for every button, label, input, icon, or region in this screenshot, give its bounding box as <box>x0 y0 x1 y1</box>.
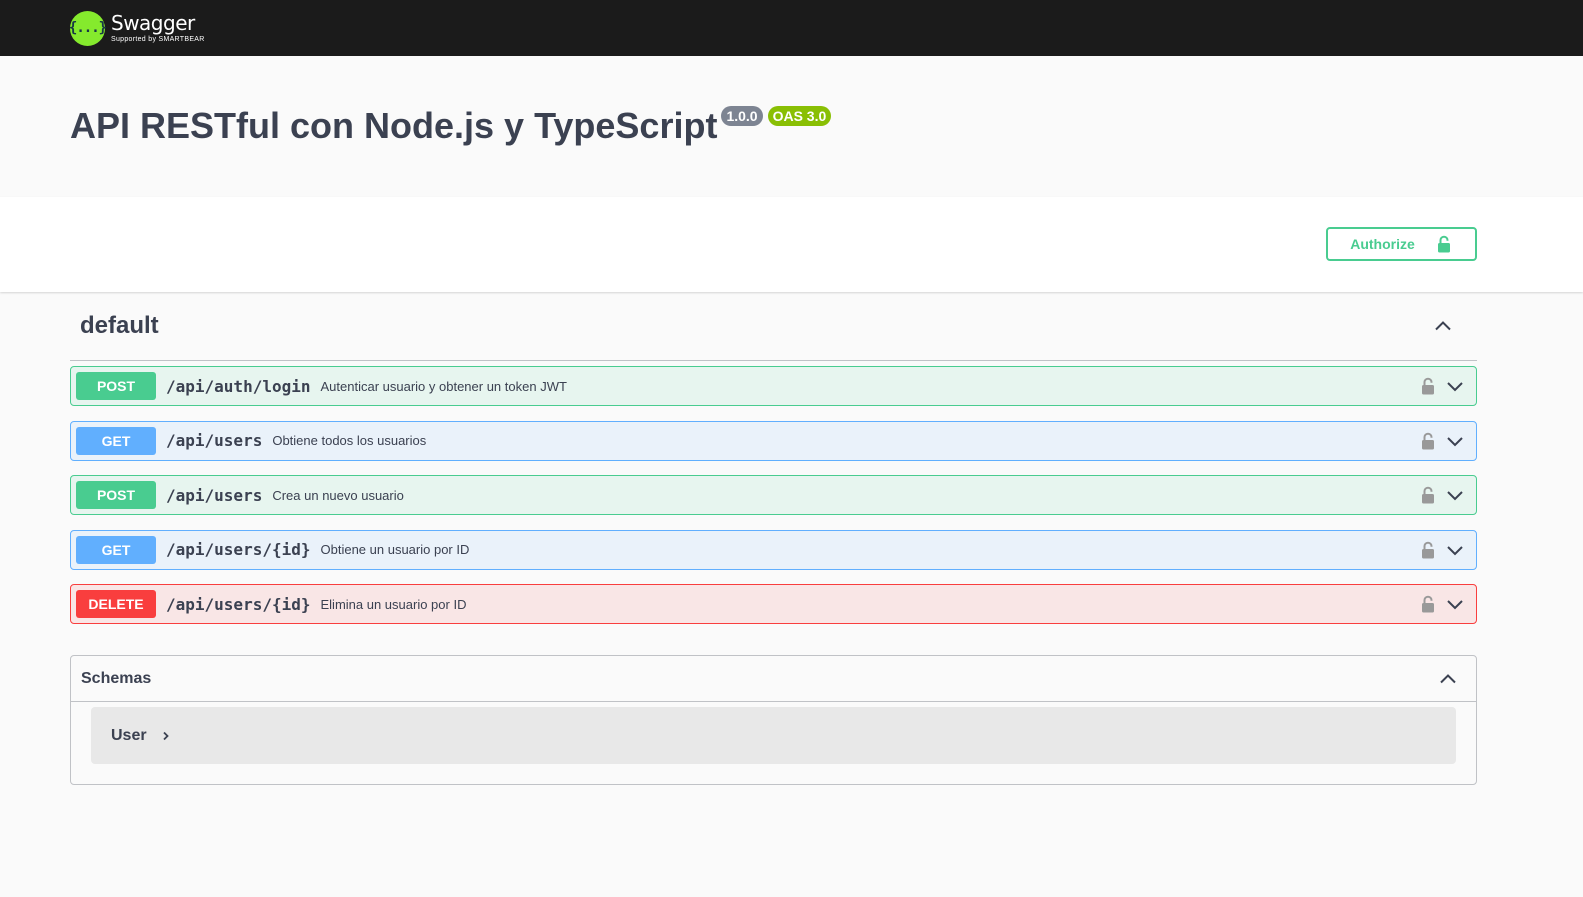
chevron-down-icon[interactable] <box>1445 376 1465 396</box>
operations-wrapper: default POST /api/auth/login Autenticar … <box>0 292 1583 785</box>
lock-icon <box>1437 235 1450 253</box>
title-row: API RESTful con Node.js y TypeScript 1.0… <box>70 106 1513 146</box>
operation-controls <box>1421 376 1471 396</box>
operation-controls <box>1421 431 1471 451</box>
topbar: {...} Swagger Supported by SMARTBEAR <box>0 0 1583 56</box>
method-badge: POST <box>76 372 156 400</box>
operation-summary: Crea un nuevo usuario <box>272 487 404 503</box>
chevron-up-icon[interactable] <box>1433 316 1453 336</box>
method-badge: POST <box>76 481 156 509</box>
method-badge: GET <box>76 535 156 564</box>
lock-icon[interactable] <box>1421 486 1435 504</box>
operation-controls <box>1421 540 1471 560</box>
operation-summary: Obtiene todos los usuarios <box>272 433 427 448</box>
operation-path: /api/users <box>166 431 263 450</box>
operation-summary: Obtiene un usuario por ID <box>320 542 470 557</box>
chevron-down-icon[interactable] <box>1445 540 1465 560</box>
operation-path: /api/users/{id} <box>166 540 311 559</box>
chevron-down-icon[interactable] <box>1445 594 1465 614</box>
model-user[interactable]: User <box>91 707 1456 764</box>
operation-path: /api/auth/login <box>166 376 311 396</box>
schemas-section: Schemas User <box>70 655 1477 785</box>
chevron-right-icon[interactable] <box>161 731 171 741</box>
logo-subtitle: Supported by SMARTBEAR <box>111 36 205 43</box>
operation-controls <box>1421 485 1471 505</box>
operation-controls <box>1421 594 1471 614</box>
lock-icon[interactable] <box>1421 377 1435 395</box>
authorize-label: Authorize <box>1350 236 1415 252</box>
scheme-container: Authorize <box>0 197 1583 292</box>
operation-summary: Elimina un usuario por ID <box>320 596 467 612</box>
lock-icon[interactable] <box>1421 432 1435 450</box>
model-name: User <box>111 726 147 744</box>
chevron-down-icon[interactable] <box>1445 431 1465 451</box>
swagger-logo[interactable]: {...} Swagger Supported by SMARTBEAR <box>69 10 205 46</box>
chevron-down-icon[interactable] <box>1445 485 1465 505</box>
lock-icon[interactable] <box>1421 541 1435 559</box>
swagger-logo-icon: {...} <box>69 10 107 46</box>
logo-name: Swagger <box>111 11 195 35</box>
method-badge: GET <box>76 426 156 455</box>
version-badge: 1.0.0 <box>721 106 763 126</box>
oas-badge: OAS 3.0 <box>767 106 832 126</box>
api-info: API RESTful con Node.js y TypeScript 1.0… <box>0 56 1583 197</box>
operation-get-users[interactable]: GET /api/users Obtiene todos los usuario… <box>70 420 1477 461</box>
chevron-up-icon[interactable] <box>1438 669 1458 689</box>
operation-post-auth-login[interactable]: POST /api/auth/login Autenticar usuario … <box>70 366 1477 406</box>
logo-text: Swagger Supported by SMARTBEAR <box>111 13 205 43</box>
operation-delete-user[interactable]: DELETE /api/users/{id} Elimina un usuari… <box>70 584 1477 624</box>
tag-header-default[interactable]: default <box>70 292 1477 361</box>
page-title: API RESTful con Node.js y TypeScript <box>70 105 718 146</box>
operation-path: /api/users <box>166 485 263 505</box>
authorize-button[interactable]: Authorize <box>1326 227 1477 261</box>
operation-path: /api/users/{id} <box>166 594 311 614</box>
schemas-title: Schemas <box>81 669 152 687</box>
operation-post-users[interactable]: POST /api/users Crea un nuevo usuario <box>70 475 1477 515</box>
schemas-header[interactable]: Schemas <box>71 656 1476 702</box>
method-badge: DELETE <box>76 590 156 618</box>
operation-summary: Autenticar usuario y obtener un token JW… <box>320 378 567 394</box>
operations-list: POST /api/auth/login Autenticar usuario … <box>70 366 1477 624</box>
operation-get-user-by-id[interactable]: GET /api/users/{id} Obtiene un usuario p… <box>70 529 1477 570</box>
lock-icon[interactable] <box>1421 595 1435 613</box>
tag-name: default <box>80 312 159 339</box>
